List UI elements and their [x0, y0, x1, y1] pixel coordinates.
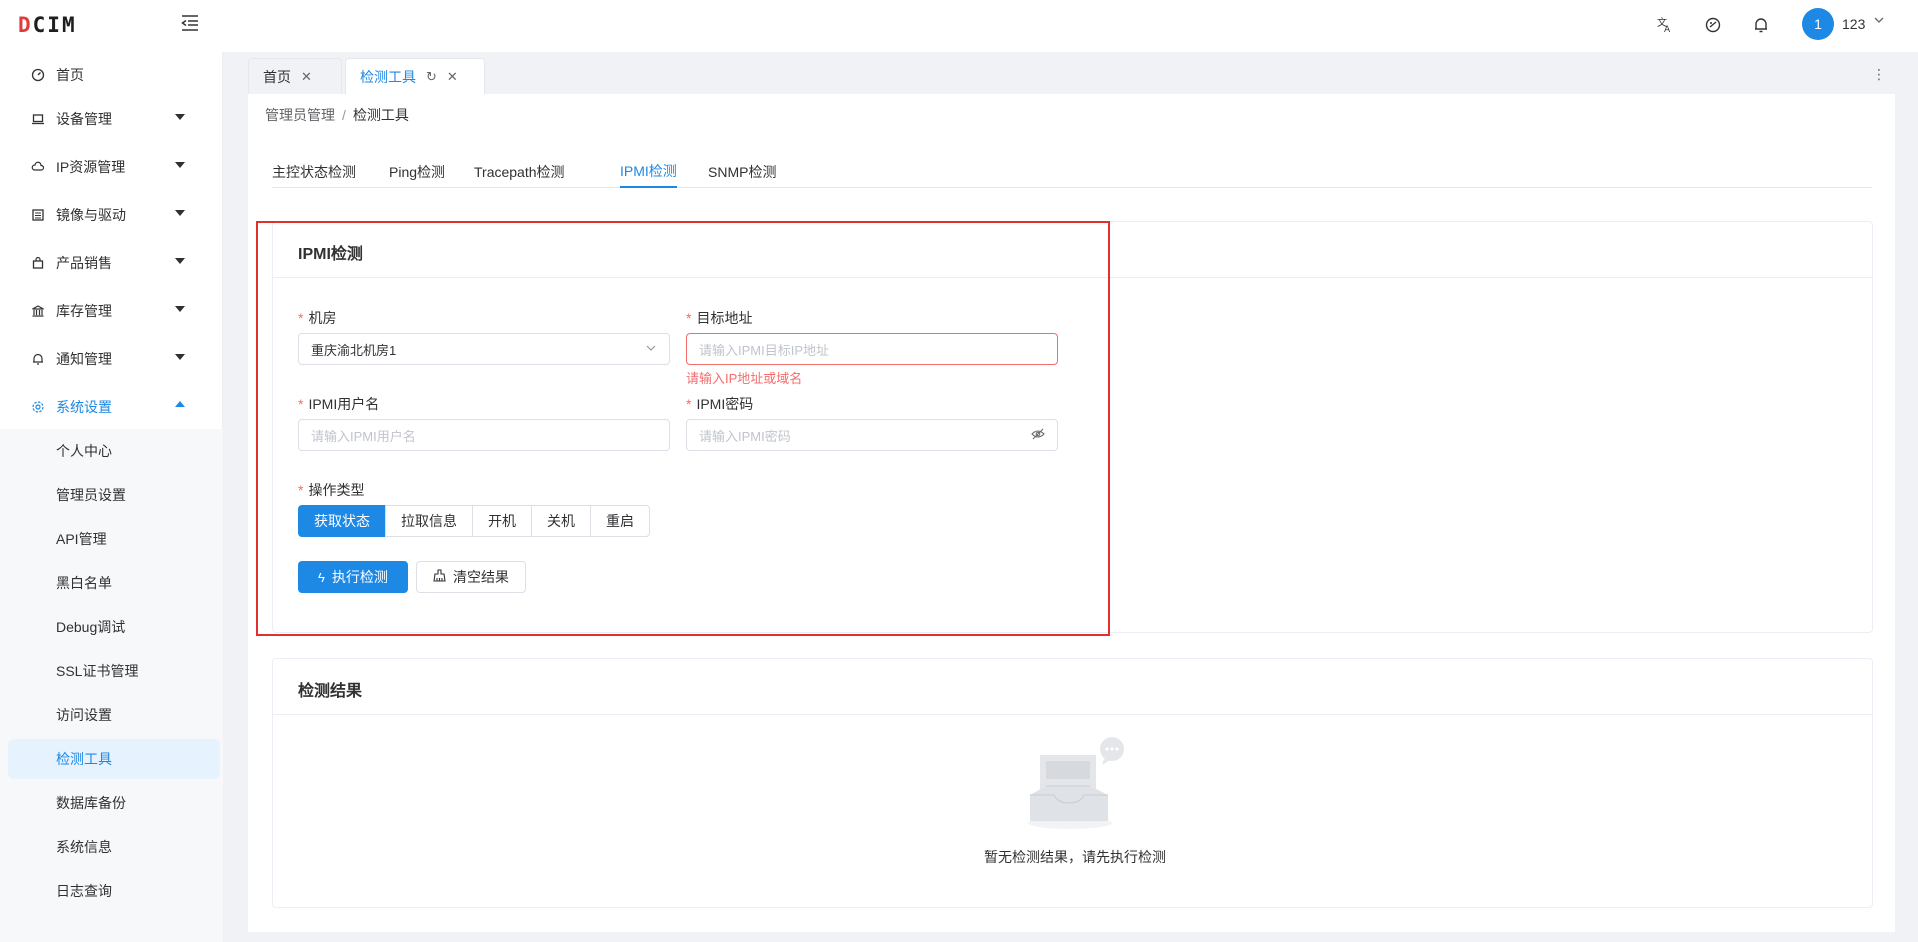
empty-state-text: 暂无检测结果，请先执行检测 [984, 849, 1166, 865]
breadcrumb-current: 检测工具 [352, 107, 409, 123]
bank-icon [30, 303, 46, 319]
op-power-off[interactable]: 关机 [531, 505, 591, 537]
collapse-sidebar-icon[interactable] [180, 14, 202, 34]
top-header: DCIM 文A 1 123 [0, 0, 1918, 52]
run-check-button[interactable]: ϟ 执行检测 [298, 561, 408, 593]
avatar[interactable]: 1 [1802, 8, 1834, 40]
bag-icon [30, 255, 46, 271]
ipmi-card-title: IPMI检测 [298, 246, 363, 263]
sidebar-subitem-backup[interactable]: 数据库备份 [8, 783, 220, 823]
tool-tabs: 主控状态检测 Ping检测 Tracepath检测 IPMI检测 SNMP检测 [272, 156, 1872, 188]
laptop-icon [30, 111, 46, 127]
svg-text:A: A [1664, 25, 1671, 34]
tab-snmp[interactable]: SNMP检测 [708, 156, 776, 188]
room-select[interactable]: 重庆渝北机房1 [298, 333, 670, 365]
sidebar-item-device[interactable]: 设备管理 [0, 99, 223, 139]
caret-down-icon [175, 162, 185, 168]
ipmi-password-input[interactable]: 请输入IPMI密码 [686, 419, 1058, 451]
bell-icon [30, 351, 46, 367]
refresh-icon[interactable]: ↻ [426, 69, 437, 85]
dashboard-icon [30, 67, 46, 83]
sidebar-subitem-api[interactable]: API管理 [8, 519, 220, 559]
gear-icon [30, 399, 46, 415]
tab-ping[interactable]: Ping检测 [389, 156, 445, 188]
result-card-title: 检测结果 [298, 683, 363, 700]
sidebar-item-settings[interactable]: 系统设置 [0, 387, 223, 427]
caret-down-icon [175, 306, 185, 312]
sidebar-item-image[interactable]: 镜像与驱动 [0, 195, 223, 235]
ipmi-username-input[interactable]: 请输入IPMI用户名 [298, 419, 670, 451]
room-label: * 机房 [298, 310, 337, 326]
eye-off-icon[interactable] [1031, 428, 1045, 443]
username-label: * IPMI用户名 [298, 396, 380, 412]
bell-icon[interactable] [1750, 14, 1772, 36]
close-icon[interactable]: ✕ [447, 69, 458, 85]
target-address-input[interactable]: 请输入IPMI目标IP地址 [686, 333, 1058, 365]
tab-master-status[interactable]: 主控状态检测 [272, 156, 356, 188]
tab-home[interactable]: 首页 ✕ [248, 58, 342, 94]
translate-icon[interactable]: 文A [1654, 14, 1676, 36]
sidebar-subitem-ssl[interactable]: SSL证书管理 [8, 651, 220, 691]
cloud-icon [30, 159, 46, 175]
sidebar-item-ip[interactable]: IP资源管理 [0, 147, 223, 187]
tab-tools[interactable]: 检测工具 ↻ ✕ [345, 58, 485, 94]
caret-down-icon [175, 210, 185, 216]
page-tabs: 首页 ✕ 检测工具 ↻ ✕ ⋮ [223, 52, 1918, 94]
clear-results-button[interactable]: 清空结果 [416, 561, 526, 593]
breadcrumb: 管理员管理 / 检测工具 [265, 107, 409, 123]
sidebar-subitem-admin[interactable]: 管理员设置 [8, 475, 220, 515]
sidebar-subitem-blacklist[interactable]: 黑白名单 [8, 563, 220, 603]
lightning-icon: ϟ [318, 569, 325, 585]
sidebar-subitem-debug[interactable]: Debug调试 [8, 607, 220, 647]
username[interactable]: 123 [1842, 16, 1865, 32]
op-fetch-info[interactable]: 拉取信息 [385, 505, 473, 537]
empty-inbox-icon [1024, 737, 1128, 833]
sidebar-subitem-profile[interactable]: 个人中心 [8, 431, 220, 471]
more-icon[interactable]: ⋮ [1872, 66, 1886, 83]
breadcrumb-parent[interactable]: 管理员管理 [265, 107, 335, 123]
chevron-down-icon [645, 342, 657, 357]
theme-icon[interactable] [1702, 14, 1724, 36]
tab-ipmi[interactable]: IPMI检测 [620, 156, 677, 188]
op-type-label: * 操作类型 [298, 482, 365, 498]
ipmi-card: IPMI检测 * 机房 重庆渝北机房1 * 目标地址 请输入IPMI目标IP地址 请… [272, 221, 1873, 633]
sidebar-item-inventory[interactable]: 库存管理 [0, 291, 223, 331]
caret-down-icon [175, 354, 185, 360]
divider [273, 277, 1872, 278]
caret-up-icon [175, 401, 185, 407]
op-reboot[interactable]: 重启 [590, 505, 650, 537]
chevron-down-icon[interactable] [1873, 14, 1885, 29]
op-power-on[interactable]: 开机 [472, 505, 532, 537]
divider [273, 714, 1872, 715]
image-icon [30, 207, 46, 223]
sidebar-subitem-logs[interactable]: 日志查询 [8, 871, 220, 911]
broom-icon [433, 569, 446, 585]
password-label: * IPMI密码 [686, 396, 754, 412]
sidebar: 首页 设备管理 IP资源管理 镜像与驱动 产品销售 库存管理 通知管理 系统设置… [0, 52, 223, 942]
close-icon[interactable]: ✕ [301, 69, 312, 85]
submenu-panel: 个人中心 管理员设置 API管理 黑白名单 Debug调试 SSL证书管理 访问… [0, 429, 223, 942]
target-label: * 目标地址 [686, 310, 753, 326]
sidebar-item-notify[interactable]: 通知管理 [0, 339, 223, 379]
sidebar-subitem-sysinfo[interactable]: 系统信息 [8, 827, 220, 867]
caret-down-icon [175, 114, 185, 120]
sidebar-item-home[interactable]: 首页 [0, 55, 223, 95]
sidebar-subitem-tools[interactable]: 检测工具 [8, 739, 220, 779]
sidebar-item-sales[interactable]: 产品销售 [0, 243, 223, 283]
app-logo[interactable]: DCIM [18, 13, 77, 37]
op-get-status[interactable]: 获取状态 [298, 505, 386, 537]
sidebar-subitem-access[interactable]: 访问设置 [8, 695, 220, 735]
target-error-message: 请输入IP地址或域名 [686, 371, 803, 386]
tab-tracepath[interactable]: Tracepath检测 [474, 156, 565, 188]
caret-down-icon [175, 258, 185, 264]
